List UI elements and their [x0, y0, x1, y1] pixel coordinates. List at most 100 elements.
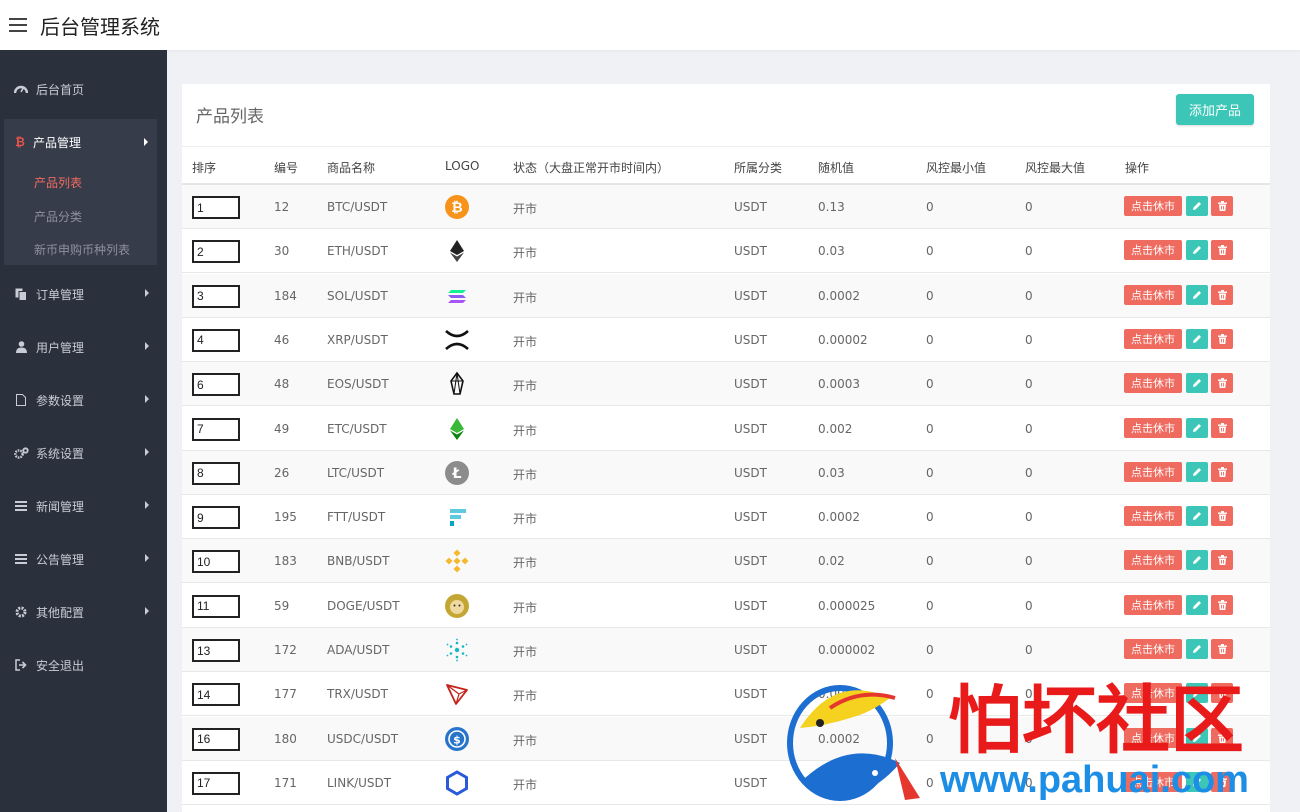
sidebar-item-products[interactable]: ₿ 产品管理: [4, 119, 157, 165]
column-header[interactable]: 状态（大盘正常开市时间内）: [513, 159, 669, 176]
sort-order-input[interactable]: [192, 727, 240, 751]
edit-button[interactable]: [1186, 727, 1208, 748]
sidebar-item-dashboard[interactable]: 后台首页: [0, 69, 167, 109]
edit-button[interactable]: [1186, 417, 1208, 438]
delete-button[interactable]: [1211, 506, 1233, 527]
delete-button[interactable]: [1211, 727, 1233, 748]
random-value: 0.03: [818, 465, 845, 480]
close-market-button[interactable]: 点击休市: [1124, 506, 1182, 527]
delete-button[interactable]: [1211, 550, 1233, 571]
edit-button[interactable]: [1186, 594, 1208, 615]
product-id: 49: [274, 421, 290, 436]
edit-button[interactable]: [1186, 506, 1208, 527]
edit-button[interactable]: [1186, 771, 1208, 792]
sidebar-item-news[interactable]: 新闻管理: [0, 486, 167, 526]
delete-button[interactable]: [1211, 417, 1233, 438]
file-icon: [13, 394, 29, 406]
column-header[interactable]: 商品名称: [327, 159, 375, 176]
edit-button[interactable]: [1186, 373, 1208, 394]
column-header[interactable]: 风控最小值: [926, 159, 986, 176]
random-value: 0.13: [818, 200, 845, 214]
product-id: 172: [274, 643, 297, 657]
delete-button[interactable]: [1211, 240, 1233, 261]
close-market-button[interactable]: 点击休市: [1124, 373, 1182, 394]
delete-button[interactable]: [1211, 639, 1233, 659]
edit-button[interactable]: [1186, 240, 1208, 261]
sidebar-subitem-product-list[interactable]: 产品列表: [34, 174, 82, 191]
close-market-button[interactable]: 点击休市: [1124, 727, 1182, 748]
delete-button[interactable]: [1211, 461, 1233, 482]
sidebar-item-system[interactable]: 系统设置: [0, 433, 167, 473]
product-name: DOGE/USDT: [327, 598, 400, 613]
close-market-button[interactable]: 点击休市: [1124, 683, 1182, 704]
delete-button[interactable]: [1211, 284, 1233, 305]
sidebar-item-logout[interactable]: 安全退出: [0, 645, 167, 685]
column-header[interactable]: LOGO: [445, 159, 479, 173]
category-text: USDT: [734, 554, 767, 569]
sort-order-input[interactable]: [192, 196, 240, 219]
column-header[interactable]: 所属分类: [734, 159, 782, 176]
sidebar-item-users[interactable]: 用户管理: [0, 327, 167, 367]
table-row: 59 DOGE/USDT 开市 USDT 0.000025 0 0 点击休市: [182, 584, 1270, 628]
sort-order-input[interactable]: [192, 683, 240, 707]
close-market-button[interactable]: 点击休市: [1124, 196, 1182, 216]
close-market-button[interactable]: 点击休市: [1124, 240, 1182, 261]
risk-max-value: 0: [1025, 244, 1033, 259]
sort-order-input[interactable]: [192, 771, 240, 795]
close-market-button[interactable]: 点击休市: [1124, 550, 1182, 571]
close-market-button[interactable]: 点击休市: [1124, 594, 1182, 615]
sort-order-input[interactable]: [192, 594, 240, 618]
sidebar-item-notices[interactable]: 公告管理: [0, 539, 167, 579]
status-text: 开市: [513, 423, 538, 438]
edit-button[interactable]: [1186, 461, 1208, 482]
close-market-button[interactable]: 点击休市: [1124, 417, 1182, 438]
sort-order-input[interactable]: [192, 240, 240, 264]
sidebar-item-orders[interactable]: 订单管理: [0, 274, 167, 314]
delete-button[interactable]: [1211, 196, 1233, 216]
product-list-panel: 产品列表 添加产品 排序 编号 商品名称 LOGO 状态（大盘正常开市时间内） …: [182, 84, 1270, 812]
sort-order-input[interactable]: [192, 373, 240, 397]
random-value: 0.0002: [818, 687, 860, 702]
delete-button[interactable]: [1211, 594, 1233, 615]
sort-order-input[interactable]: [192, 417, 240, 441]
random-value: 0.02: [818, 554, 845, 569]
add-product-button[interactable]: 添加产品: [1176, 94, 1254, 125]
edit-button[interactable]: [1186, 639, 1208, 659]
menu-toggle-icon[interactable]: [9, 18, 27, 32]
sidebar-subitem-product-category[interactable]: 产品分类: [34, 208, 82, 225]
column-header[interactable]: 编号: [274, 159, 298, 176]
sidebar-item-params[interactable]: 参数设置: [0, 380, 167, 420]
sort-order-input[interactable]: [192, 328, 240, 352]
delete-button[interactable]: [1211, 328, 1233, 349]
close-market-button[interactable]: 点击休市: [1124, 639, 1182, 659]
column-header[interactable]: 随机值: [818, 159, 854, 176]
risk-max-value: 0: [1025, 687, 1033, 702]
edit-button[interactable]: [1186, 284, 1208, 305]
status-text: 开市: [513, 689, 538, 704]
column-header[interactable]: 操作: [1125, 159, 1149, 176]
risk-max-value: 0: [1025, 421, 1033, 436]
close-market-button[interactable]: 点击休市: [1124, 771, 1182, 792]
close-market-button[interactable]: 点击休市: [1124, 328, 1182, 349]
delete-button[interactable]: [1211, 771, 1233, 792]
close-market-button[interactable]: 点击休市: [1124, 284, 1182, 305]
close-market-button[interactable]: 点击休市: [1124, 461, 1182, 482]
sort-order-input[interactable]: [192, 550, 240, 574]
status-text: 开市: [513, 645, 538, 659]
sidebar-subitem-new-coin-list[interactable]: 新币申购币种列表: [34, 241, 130, 258]
edit-button[interactable]: [1186, 196, 1208, 216]
sort-order-input[interactable]: [192, 284, 240, 308]
delete-button[interactable]: [1211, 373, 1233, 394]
column-header[interactable]: 风控最大值: [1025, 159, 1085, 176]
sort-order-input[interactable]: [192, 506, 240, 530]
column-header[interactable]: 排序: [192, 159, 216, 176]
sort-order-input[interactable]: [192, 639, 240, 662]
edit-button[interactable]: [1186, 550, 1208, 571]
edit-button[interactable]: [1186, 683, 1208, 704]
edit-button[interactable]: [1186, 328, 1208, 349]
svg-text:$: $: [453, 733, 461, 746]
sort-order-input[interactable]: [192, 461, 240, 485]
chevron-right-icon: [144, 138, 148, 146]
delete-button[interactable]: [1211, 683, 1233, 704]
sidebar-item-other-config[interactable]: 其他配置: [0, 592, 167, 632]
